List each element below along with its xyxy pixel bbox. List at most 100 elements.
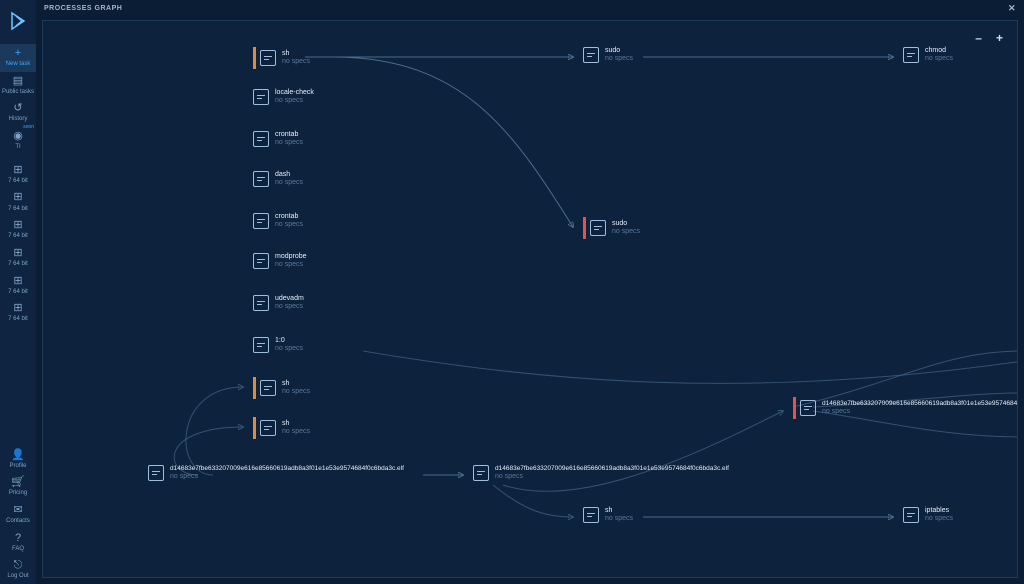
process-sub: no specs	[275, 303, 304, 311]
process-icon	[253, 337, 269, 353]
process-icon	[903, 47, 919, 63]
nav-pricing[interactable]: 🛒Pricing	[0, 473, 36, 501]
process-node-sudo2[interactable]: sudono specs	[583, 217, 640, 239]
process-sub: no specs	[605, 515, 633, 523]
process-sub: no specs	[170, 473, 404, 481]
severity-bar	[583, 217, 586, 239]
process-sub: no specs	[275, 97, 314, 105]
process-sub: no specs	[605, 55, 633, 63]
windows-icon: ⊞	[13, 302, 22, 314]
process-icon	[253, 253, 269, 269]
process-sub: no specs	[925, 55, 953, 63]
process-name: d14683e7fbe633207009e616e85660619adb8a3f…	[495, 465, 729, 473]
severity-bar	[253, 377, 256, 399]
process-sub: no specs	[275, 221, 303, 229]
nav-public-tasks[interactable]: ▤Public tasks	[0, 72, 36, 100]
process-name: dash	[275, 171, 303, 179]
process-name: sh	[282, 420, 310, 428]
process-name: modprobe	[275, 253, 307, 261]
windows-icon: ⊞	[13, 164, 22, 176]
process-icon	[583, 507, 599, 523]
process-node-elf3[interactable]: d14683e7fbe633207009e616e85660619adb8a3f…	[793, 397, 1018, 419]
graph-canvas[interactable]: – +	[42, 20, 1018, 578]
process-icon	[253, 213, 269, 229]
history-icon: ↺	[13, 102, 22, 114]
process-name: iptables	[925, 507, 953, 515]
graph-edges	[43, 21, 1017, 577]
process-node-modprobe[interactable]: modprobeno specs	[253, 253, 307, 270]
process-sub: no specs	[495, 473, 729, 481]
process-icon	[253, 89, 269, 105]
nav-history[interactable]: ↺History	[0, 99, 36, 127]
process-node-elf1[interactable]: d14683e7fbe633207009e616e85660619adb8a3f…	[148, 465, 404, 481]
process-node-iptables[interactable]: iptablesno specs	[903, 507, 953, 524]
process-sub: no specs	[275, 345, 303, 353]
mail-icon: ✉	[13, 504, 22, 516]
process-node-one[interactable]: 1:0no specs	[253, 337, 303, 354]
process-node-locale[interactable]: locale-checkno specs	[253, 89, 314, 106]
process-node-sh3[interactable]: shno specs	[253, 417, 310, 439]
process-name: crontab	[275, 213, 303, 221]
process-sub: no specs	[275, 261, 307, 269]
process-icon	[253, 171, 269, 187]
nav-vm-4[interactable]: ⊞7 64 bit	[0, 272, 36, 300]
user-icon: 👤	[11, 449, 25, 461]
process-name: sudo	[612, 220, 640, 228]
process-node-elf2[interactable]: d14683e7fbe633207009e616e85660619adb8a3f…	[473, 465, 729, 481]
main-panel: PROCESSES GRAPH ✕ – +	[36, 0, 1024, 584]
close-button[interactable]: ✕	[1008, 3, 1016, 14]
process-name: d14683e7fbe633207009e616e85660619adb8a3f…	[170, 465, 404, 473]
process-node-dash[interactable]: dashno specs	[253, 171, 303, 188]
process-node-crontab1[interactable]: crontabno specs	[253, 131, 303, 148]
plus-icon: +	[15, 47, 21, 59]
nav-contacts[interactable]: ✉Contacts	[0, 501, 36, 529]
process-node-udevadm[interactable]: udevadmno specs	[253, 295, 304, 312]
process-icon	[253, 295, 269, 311]
nav-vm-0[interactable]: ⊞7 64 bit	[0, 161, 36, 189]
process-node-sudo1[interactable]: sudono specs	[583, 47, 633, 64]
document-icon: ▤	[13, 75, 23, 87]
help-icon: ?	[15, 532, 21, 544]
process-sub: no specs	[282, 58, 310, 66]
nav-ti[interactable]: soon◉TI	[0, 127, 36, 155]
process-sub: no specs	[275, 179, 303, 187]
app-logo	[5, 8, 31, 34]
process-sub: no specs	[822, 408, 1018, 416]
nav-new-task[interactable]: +New task	[0, 44, 36, 72]
severity-bar	[253, 417, 256, 439]
nav-vm-1[interactable]: ⊞7 64 bit	[0, 188, 36, 216]
process-icon	[253, 131, 269, 147]
windows-icon: ⊞	[13, 275, 22, 287]
process-node-sh1[interactable]: shno specs	[253, 47, 310, 69]
sidebar: +New task ▤Public tasks ↺History soon◉TI…	[0, 0, 36, 584]
process-sub: no specs	[282, 388, 310, 396]
windows-icon: ⊞	[13, 191, 22, 203]
process-sub: no specs	[925, 515, 953, 523]
process-icon	[260, 50, 276, 66]
process-node-crontab2[interactable]: crontabno specs	[253, 213, 303, 230]
process-icon	[590, 220, 606, 236]
process-icon	[148, 465, 164, 481]
process-sub: no specs	[282, 428, 310, 436]
nav-vm-5[interactable]: ⊞7 64 bit	[0, 299, 36, 327]
process-node-chmod[interactable]: chmodno specs	[903, 47, 953, 64]
process-name: 1:0	[275, 337, 303, 345]
nav-vm-3[interactable]: ⊞7 64 bit	[0, 244, 36, 272]
process-node-sh2[interactable]: shno specs	[253, 377, 310, 399]
nav-logout[interactable]: ⎋Log Out	[0, 556, 36, 584]
nav-profile[interactable]: 👤Profile	[0, 446, 36, 474]
process-name: d14683e7fbe633207009e616e85660619adb8a3f…	[822, 400, 1018, 408]
nav-vm-2[interactable]: ⊞7 64 bit	[0, 216, 36, 244]
process-icon	[583, 47, 599, 63]
process-node-sh4[interactable]: shno specs	[583, 507, 633, 524]
process-name: sh	[605, 507, 633, 515]
severity-bar	[793, 397, 796, 419]
process-name: sudo	[605, 47, 633, 55]
process-icon	[260, 380, 276, 396]
cart-icon: 🛒	[11, 476, 25, 488]
process-name: crontab	[275, 131, 303, 139]
process-icon	[903, 507, 919, 523]
process-name: sh	[282, 50, 310, 58]
process-icon	[800, 400, 816, 416]
nav-faq[interactable]: ?FAQ	[0, 529, 36, 557]
